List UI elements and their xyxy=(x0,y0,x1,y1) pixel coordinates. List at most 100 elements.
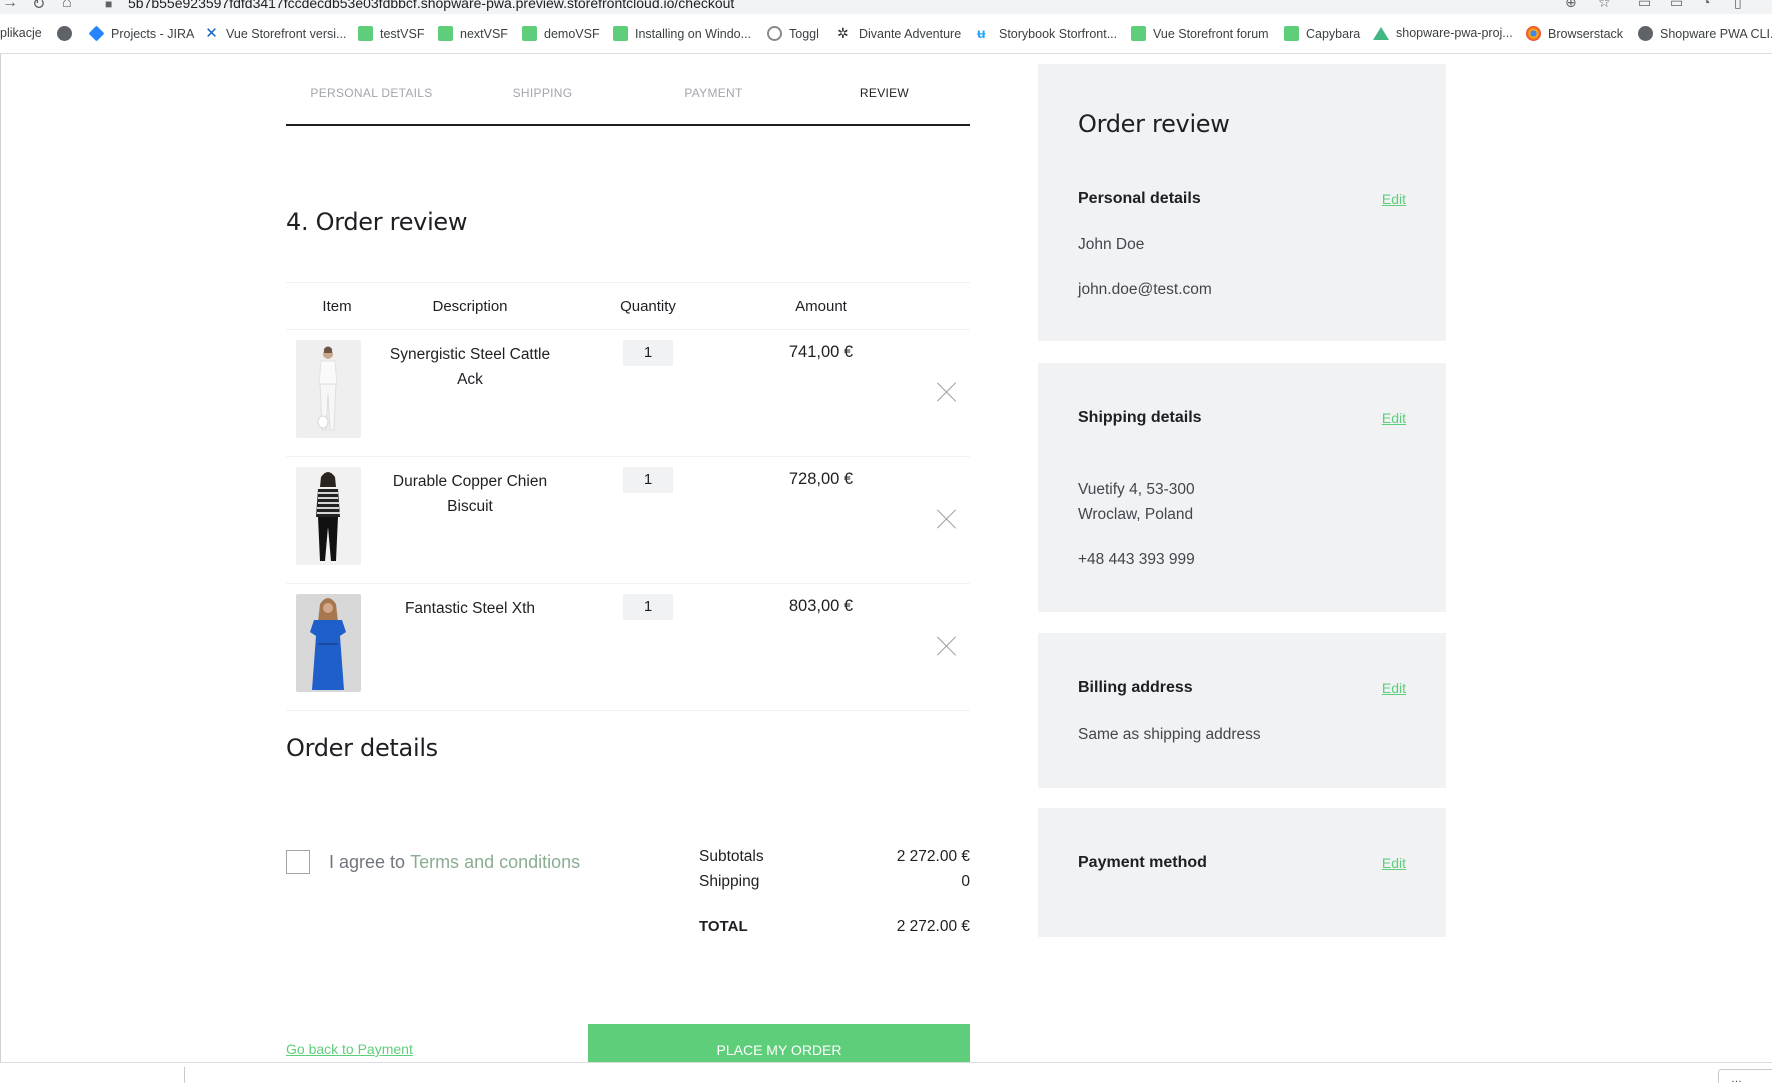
bookmark-label: Toggl xyxy=(789,26,819,41)
bookmarks-bar: plikacje Projects - JIRA ✕ Vue Storefront… xyxy=(0,14,1772,54)
bookmark-capybara[interactable]: Capybara xyxy=(1284,26,1360,41)
terms-agreement: I agree to Terms and conditions xyxy=(286,850,580,874)
bookmark-label: Storybook Storfront... xyxy=(999,26,1118,41)
vue-triangle-icon xyxy=(1373,26,1389,40)
bookmark-globe[interactable] xyxy=(57,26,72,41)
bookmark-label: plikacje xyxy=(0,26,42,40)
step-payment[interactable]: PAYMENT xyxy=(628,86,799,100)
shipping-value: 0 xyxy=(961,873,970,890)
bookmark-vsf-versions[interactable]: ✕ Vue Storefront versi... xyxy=(204,26,346,41)
terms-checkbox[interactable] xyxy=(286,850,310,874)
show-all-button[interactable]: … xyxy=(1718,1069,1772,1083)
billing-address-heading: Billing address xyxy=(1078,679,1193,696)
table-row: Fantastic Steel Xth 1 803,00 € xyxy=(286,584,970,711)
billing-address-card: Billing address Edit Same as shipping ad… xyxy=(1038,633,1446,788)
product-amount: 803,00 € xyxy=(788,597,854,615)
cast-icon[interactable]: ▭ xyxy=(1638,0,1651,11)
agree-text: I agree to xyxy=(329,851,406,872)
browserstack-icon xyxy=(1526,26,1541,41)
toggl-icon xyxy=(767,26,782,41)
order-details-heading: Order details xyxy=(286,734,438,762)
bookmark-label: Installing on Windo... xyxy=(635,26,752,41)
table-row: Synergistic Steel Cattle Ack 1 741,00 € xyxy=(286,330,970,457)
place-order-button[interactable]: PLACE MY ORDER xyxy=(588,1024,970,1062)
column-quantity: Quantity xyxy=(620,298,676,315)
terms-link[interactable]: Terms and conditions xyxy=(410,852,580,873)
product-amount: 728,00 € xyxy=(788,470,854,488)
bookmark-label: Divante Adventure xyxy=(859,26,962,41)
product-name[interactable]: Durable Copper Chien Biscuit xyxy=(384,469,556,519)
product-image[interactable] xyxy=(296,594,361,692)
green-page-icon xyxy=(358,26,373,41)
bookmark-label: Projects - JIRA xyxy=(111,26,195,41)
bookmark-toggl[interactable]: Toggl xyxy=(767,26,819,41)
quantity-field[interactable]: 1 xyxy=(623,340,673,366)
bookmark-label: Vue Storefront forum xyxy=(1153,26,1269,41)
green-page-icon xyxy=(1131,26,1146,41)
product-name[interactable]: Fantastic Steel Xth xyxy=(384,596,556,621)
step-shipping[interactable]: SHIPPING xyxy=(457,86,628,100)
column-amount: Amount xyxy=(795,298,847,315)
bookmark-installing[interactable]: Installing on Windo... xyxy=(613,26,751,41)
bookmark-label: testVSF xyxy=(380,26,425,41)
edit-shipping-details-link[interactable]: Edit xyxy=(1382,410,1406,426)
table-header: Item Description Quantity Amount xyxy=(286,282,970,330)
edit-personal-details-link[interactable]: Edit xyxy=(1382,191,1406,207)
total-label: TOTAL xyxy=(699,918,748,935)
bookmark-label: shopware-pwa-proj... xyxy=(1396,26,1513,40)
bookmark-label: demoVSF xyxy=(544,26,600,41)
order-totals: Subtotals 2 272.00 € Shipping 0 TOTAL 2 … xyxy=(699,848,970,943)
billing-address-text: Same as shipping address xyxy=(1078,726,1261,743)
shipping-label: Shipping xyxy=(699,873,760,890)
product-image[interactable] xyxy=(296,340,361,438)
vue-storefront-icon: ✕ xyxy=(205,25,218,42)
bookmark-browserstack[interactable]: Browserstack xyxy=(1526,26,1623,41)
bookmark-jira[interactable]: Projects - JIRA xyxy=(88,25,195,42)
green-page-icon xyxy=(1284,26,1299,41)
bookmark-label: Browserstack xyxy=(1548,26,1624,41)
subtotal-label: Subtotals xyxy=(699,848,764,865)
bookmark-demovsf[interactable]: demoVSF xyxy=(522,26,600,41)
customer-email: john.doe@test.com xyxy=(1078,281,1212,298)
step-review[interactable]: REVIEW xyxy=(799,86,970,100)
bookmark-storybook[interactable]: ʉ Storybook Storfront... xyxy=(977,26,1117,41)
divider xyxy=(184,1067,185,1083)
bookmark-shopware-proj[interactable]: shopware-pwa-proj... xyxy=(1373,26,1513,40)
bookmark-shopware-cli[interactable]: Shopware PWA CLI... xyxy=(1638,26,1772,41)
bookmark-divante[interactable]: ✲ Divante Adventure xyxy=(837,26,961,41)
reload-icon[interactable]: ↻ xyxy=(32,0,45,14)
divante-icon: ✲ xyxy=(837,25,849,41)
extension3-icon[interactable]: ▯ xyxy=(1734,0,1742,11)
remove-item-icon[interactable] xyxy=(937,382,957,402)
extension2-icon[interactable]: ◔ xyxy=(1702,0,1710,10)
product-name[interactable]: Synergistic Steel Cattle Ack xyxy=(384,342,556,392)
quantity-field[interactable]: 1 xyxy=(623,467,673,493)
bookmark-nextvsf[interactable]: nextVSF xyxy=(438,26,508,41)
edit-payment-method-link[interactable]: Edit xyxy=(1382,855,1406,871)
url-text[interactable]: 5b7b55e923597fdfd3417fccdecdb53e03fdbbcf… xyxy=(128,0,734,11)
back-arrow-icon[interactable]: → xyxy=(2,0,18,12)
edit-billing-address-link[interactable]: Edit xyxy=(1382,680,1406,696)
star-icon[interactable]: ☆ xyxy=(1598,0,1611,11)
quantity-field[interactable]: 1 xyxy=(623,594,673,620)
lock-icon: ■ xyxy=(105,0,113,11)
step-personal-details[interactable]: PERSONAL DETAILS xyxy=(286,86,457,100)
bookmark-label: Capybara xyxy=(1306,26,1361,41)
bookmark-vsf-forum[interactable]: Vue Storefront forum xyxy=(1131,26,1269,41)
zoom-icon[interactable]: ⊕ xyxy=(1565,0,1577,11)
jira-icon xyxy=(88,25,105,42)
bookmark-apps[interactable]: plikacje xyxy=(0,26,42,40)
globe-icon xyxy=(1638,26,1653,41)
browser-address-bar: → ↻ ⌂ ■ 5b7b55e923597fdfd3417fccdecdb53e… xyxy=(0,0,1772,14)
product-image[interactable] xyxy=(296,467,361,565)
go-back-to-payment-link[interactable]: Go back to Payment xyxy=(286,1041,413,1057)
remove-item-icon[interactable] xyxy=(937,509,957,529)
extension-icon[interactable]: ▭ xyxy=(1670,0,1683,11)
remove-item-icon[interactable] xyxy=(937,636,957,656)
column-item: Item xyxy=(322,298,352,315)
home-icon[interactable]: ⌂ xyxy=(62,0,72,12)
globe-icon xyxy=(57,26,72,41)
bookmark-label: Shopware PWA CLI... xyxy=(1660,26,1772,41)
product-amount: 741,00 € xyxy=(788,343,854,361)
bookmark-testvsf[interactable]: testVSF xyxy=(358,26,424,41)
